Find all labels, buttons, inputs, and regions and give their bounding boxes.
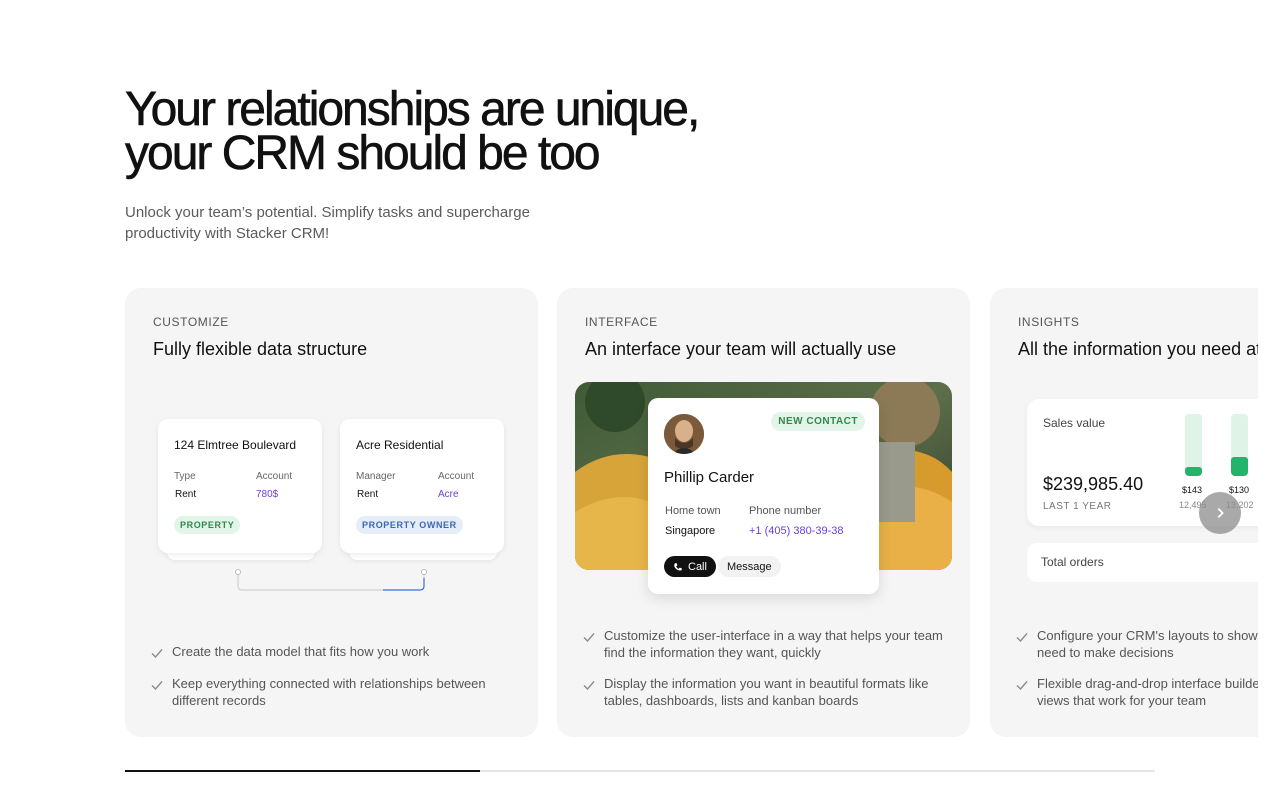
sales-bar <box>1185 414 1202 476</box>
record-card: 124 Elmtree Boulevard Type Account Rent … <box>158 419 322 553</box>
hero-subtitle: Unlock your team’s potential. Simplify t… <box>125 204 530 242</box>
checklist-item: Display the information you want in beau… <box>581 675 951 709</box>
sales-label: Sales value <box>1043 416 1106 430</box>
record-title: 124 Elmtree Boulevard <box>174 438 297 452</box>
hero-title-line-1: Your relationships are unique, <box>125 83 701 136</box>
record-type-badge: PROPERTY OWNER <box>356 516 463 534</box>
sales-value: $239,985.40 <box>1043 474 1144 494</box>
card-eyebrow: CUSTOMIZE <box>153 315 229 329</box>
contact-name: Phillip Carder <box>664 469 755 486</box>
field-value: Rent <box>175 489 197 500</box>
carousel-progress-fill <box>125 770 481 772</box>
checklist-item: Keep everything connected with relations… <box>149 675 519 709</box>
checklist-item: Flexible drag-and-drop interface builder… <box>1014 675 1258 709</box>
call-button[interactable]: Call <box>664 556 716 577</box>
feature-checklist: Configure your CRM's layouts to show the… <box>1014 627 1258 723</box>
total-orders-widget: Total orders <box>1027 543 1258 582</box>
bar-value: $143 <box>1182 485 1203 495</box>
new-contact-badge: NEW CONTACT <box>771 412 865 431</box>
field-label: Account <box>256 471 293 482</box>
message-button[interactable]: Message <box>718 556 781 577</box>
field-value: Rent <box>357 489 379 500</box>
record-title: Acre Residential <box>356 438 444 452</box>
checklist-text: Configure your CRM's layouts to show the… <box>1037 628 1258 660</box>
feature-checklist: Customize the user-interface in a way th… <box>581 627 951 723</box>
hero-title-line-2: your CRM should be too <box>125 127 601 180</box>
feature-card-interface: INTERFACE An interface your team will ac… <box>557 288 970 737</box>
field-value-link: Acre <box>438 489 459 500</box>
phone-link[interactable]: +1 (405) 380-39-38 <box>749 525 843 537</box>
field-label: Account <box>438 471 475 482</box>
field-value: Singapore <box>665 525 716 537</box>
checklist-item: Create the data model that fits how you … <box>149 643 519 661</box>
checklist-text: Display the information you want in beau… <box>604 676 929 708</box>
card-title: An interface your team will actually use <box>585 339 897 359</box>
feature-card-customize: CUSTOMIZE Fully flexible data structure … <box>125 288 538 737</box>
check-icon <box>583 681 595 691</box>
checklist-text: Create the data model that fits how you … <box>172 644 430 659</box>
check-icon <box>151 681 163 691</box>
relationship-connector <box>235 569 427 591</box>
carousel-track: CUSTOMIZE Fully flexible data structure … <box>125 288 1258 738</box>
record-type-badge: PROPERTY <box>174 516 241 534</box>
sales-bar-fill <box>1185 466 1202 476</box>
field-label: Phone number <box>749 505 822 517</box>
check-icon <box>1016 633 1028 643</box>
orders-label: Total orders <box>1041 555 1104 569</box>
avatar <box>664 414 704 454</box>
phone-icon <box>674 562 682 570</box>
card-eyebrow: INSIGHTS <box>1018 315 1080 329</box>
sales-bar-fill <box>1231 457 1248 476</box>
checklist-item: Customize the user-interface in a way th… <box>581 627 951 661</box>
carousel-progress-track[interactable] <box>125 770 1155 772</box>
feature-checklist: Create the data model that fits how you … <box>149 643 519 723</box>
card-title: Fully flexible data structure <box>153 339 368 359</box>
hero-title: Your relationships are unique, your CRM … <box>125 83 825 180</box>
field-value-link: 780$ <box>256 489 279 500</box>
check-icon <box>1016 681 1028 691</box>
checklist-text: Keep everything connected with relations… <box>172 676 486 708</box>
sales-bar <box>1231 414 1248 476</box>
chevron-right-icon <box>1217 508 1224 518</box>
card-title: All the information you need at a glance <box>1018 339 1258 359</box>
call-label: Call <box>688 560 707 573</box>
contact-card: NEW CONTACT Phillip Carder Home town Pho… <box>648 398 879 594</box>
carousel-next-button[interactable] <box>1199 492 1241 534</box>
checklist-text: Flexible drag-and-drop interface builder… <box>1037 676 1258 708</box>
field-label: Type <box>174 471 196 482</box>
card-eyebrow: INTERFACE <box>585 315 658 329</box>
checklist-text: Customize the user-interface in a way th… <box>604 628 943 660</box>
sales-period: LAST 1 YEAR <box>1043 501 1112 512</box>
bar-value: $130 <box>1229 485 1250 495</box>
record-card: Acre Residential Manager Account Rent Ac… <box>340 419 504 553</box>
feature-carousel: CUSTOMIZE Fully flexible data structure … <box>125 288 1258 738</box>
check-icon <box>151 649 163 659</box>
field-label: Manager <box>356 471 396 482</box>
field-label: Home town <box>665 505 721 517</box>
check-icon <box>583 633 595 643</box>
checklist-item: Configure your CRM's layouts to show the… <box>1014 627 1258 661</box>
